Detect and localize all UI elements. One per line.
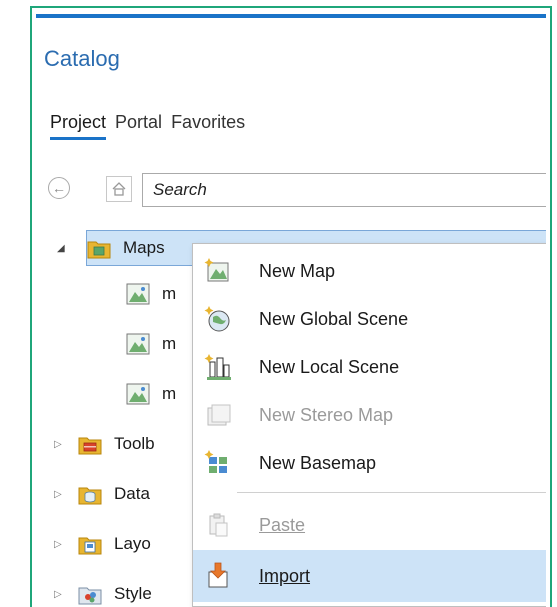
context-menu: New Map New Global Scene New Local Scene… [192,243,546,607]
tree-item-label: Toolb [114,434,155,453]
catalog-tabs: Project Portal Favorites [50,112,254,140]
tree-item-map-2[interactable]: m [126,326,176,362]
menu-item-label: New Basemap [259,452,377,473]
new-global-scene-icon [204,306,230,332]
new-map-icon [204,258,229,282]
tree-item-map-1[interactable]: m [126,276,176,312]
menu-item-label: New Local Scene [259,356,400,377]
paste-icon [209,513,228,537]
search-row: ← [46,173,546,207]
tree-item-toolboxes[interactable]: ▷ Toolb [54,426,155,462]
tree-item-label: m [162,334,177,353]
collapsed-arrow-icon[interactable]: ▷ [54,539,64,550]
layout-folder-icon [78,537,102,555]
tree-item-label: Layo [114,534,151,553]
tree-item-label: Data [114,484,150,503]
tab-favorites[interactable]: Favorites [171,112,245,140]
search-input[interactable] [143,174,546,206]
import-icon [208,562,228,588]
tree-item-layouts[interactable]: ▷ Layo [54,526,151,562]
menu-item-paste: Paste [193,502,546,548]
tree-item-label: m [162,384,177,403]
menu-item-new-basemap[interactable]: New Basemap [193,440,546,486]
menu-item-label: Import [259,565,311,586]
new-basemap-icon [204,450,227,473]
database-folder-icon [78,487,102,505]
map-icon [126,283,150,305]
search-field[interactable] [142,173,546,207]
menu-item-import[interactable]: Import [193,550,546,602]
pane-title: Catalog [44,46,120,71]
back-arrow-icon[interactable]: ← [48,177,70,199]
menu-item-new-global-scene[interactable]: New Global Scene [193,296,546,342]
maps-folder-icon [87,241,111,259]
menu-item-label: Paste [259,514,306,535]
catalog-pane: Catalog Project Portal Favorites ← ◢ [36,14,546,607]
toolbox-folder-icon [78,437,102,455]
tree-item-label: Style [114,584,152,603]
tab-portal[interactable]: Portal [115,112,162,140]
menu-item-label: New Map [259,260,336,281]
map-icon [126,333,150,355]
tree-item-label: Maps [123,238,165,257]
tree-item-label: m [162,284,177,303]
menu-item-label: New Stereo Map [259,404,394,425]
outer-frame: Catalog Project Portal Favorites ← ◢ [30,6,552,607]
expanded-arrow-icon[interactable]: ◢ [57,243,73,254]
tree-item-databases[interactable]: ▷ Data [54,476,150,512]
home-icon[interactable] [106,176,132,202]
menu-item-new-local-scene[interactable]: New Local Scene [193,344,546,390]
tab-project[interactable]: Project [50,112,107,140]
menu-item-new-stereo-map: New Stereo Map [193,392,546,438]
collapsed-arrow-icon[interactable]: ▷ [54,489,64,500]
menu-item-new-map[interactable]: New Map [193,248,546,294]
new-local-scene-icon [204,354,231,380]
menu-item-label: New Global Scene [259,308,409,329]
new-stereo-map-icon [207,404,231,426]
map-icon [126,383,150,405]
tree-item-map-3[interactable]: m [126,376,176,412]
menu-separator [237,492,546,493]
tree-item-styles[interactable]: ▷ Style [54,576,152,607]
styles-folder-icon [78,587,102,605]
collapsed-arrow-icon[interactable]: ▷ [54,439,64,450]
collapsed-arrow-icon[interactable]: ▷ [54,589,64,600]
